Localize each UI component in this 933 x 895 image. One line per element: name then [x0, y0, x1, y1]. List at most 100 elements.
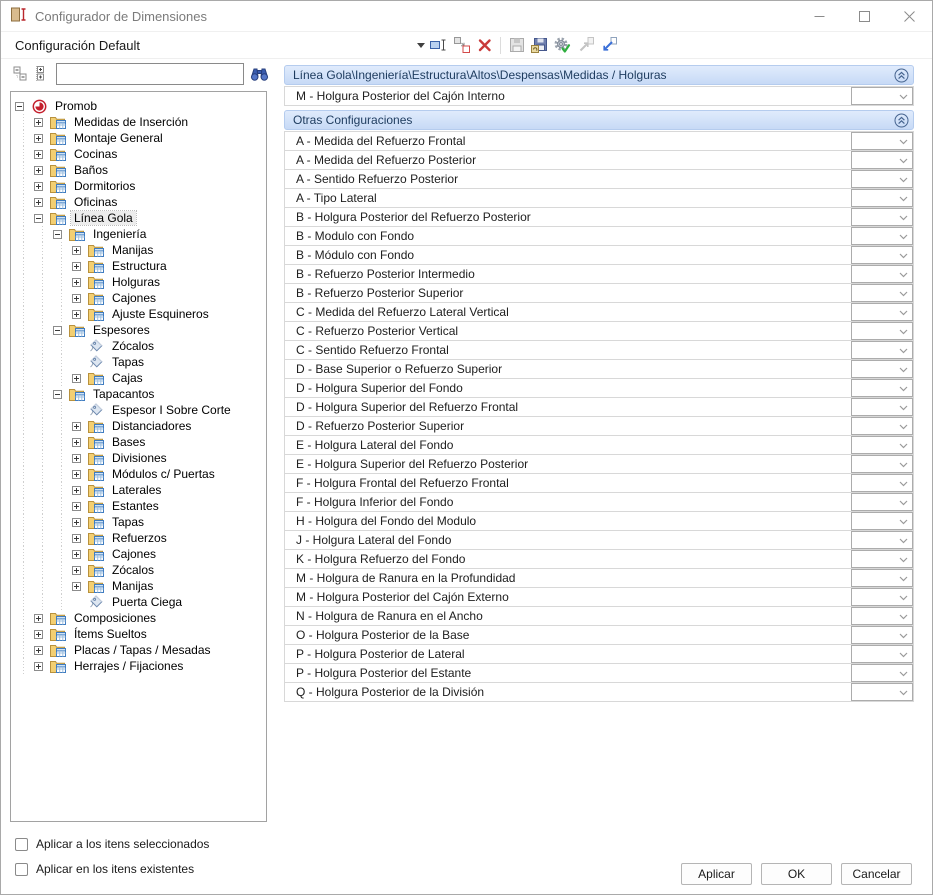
- apply-existing-items-checkbox[interactable]: [15, 863, 28, 876]
- tree-item-label[interactable]: Herrajes / Fijaciones: [71, 659, 186, 673]
- tree-item[interactable]: Montaje General: [11, 130, 266, 146]
- tree-item[interactable]: Oficinas: [11, 194, 266, 210]
- tree-expander-plus[interactable]: [72, 530, 85, 546]
- config-value-dropdown[interactable]: [851, 588, 913, 606]
- tree-expander-plus[interactable]: [34, 130, 47, 146]
- tree-item-label[interactable]: Cajones: [109, 291, 159, 305]
- tree-item-label[interactable]: Zócalos: [109, 563, 157, 577]
- tree-item[interactable]: Distanciadores: [11, 418, 266, 434]
- tree-item-label[interactable]: Manijas: [109, 243, 156, 257]
- tree-expander-plus[interactable]: [72, 498, 85, 514]
- search-button[interactable]: [250, 66, 269, 81]
- config-value-dropdown[interactable]: [851, 512, 913, 530]
- tree-expander-plus[interactable]: [72, 434, 85, 450]
- tree-item-label[interactable]: Cocinas: [71, 147, 120, 161]
- tree-item-label[interactable]: Holguras: [109, 275, 163, 289]
- tree-item-label[interactable]: Estructura: [109, 259, 170, 273]
- tree-expander-plus[interactable]: [34, 642, 47, 658]
- tree-item[interactable]: Ingeniería: [11, 226, 266, 242]
- config-value-dropdown[interactable]: [851, 87, 913, 105]
- collapse-section-button[interactable]: [894, 113, 909, 128]
- tree-item-label[interactable]: Manijas: [109, 579, 156, 593]
- tree-item[interactable]: Puerta Ciega: [11, 594, 266, 610]
- copy-configuration-button[interactable]: [451, 35, 472, 56]
- tree-expander-plus[interactable]: [72, 258, 85, 274]
- tree-expander-plus[interactable]: [34, 178, 47, 194]
- minimize-button[interactable]: [797, 1, 842, 31]
- tree-item[interactable]: Línea Gola: [11, 210, 266, 226]
- tree-item-label[interactable]: Puerta Ciega: [109, 595, 185, 609]
- config-value-dropdown[interactable]: [851, 303, 913, 321]
- tree-item-label[interactable]: Espesores: [90, 323, 153, 337]
- save-button[interactable]: [506, 35, 527, 56]
- tree-item-label[interactable]: Laterales: [109, 483, 164, 497]
- tree-item[interactable]: Ajuste Esquineros: [11, 306, 266, 322]
- section-header[interactable]: Otras Configuraciones: [284, 110, 914, 130]
- cancel-button[interactable]: Cancelar: [841, 863, 912, 885]
- tree-expander-plus[interactable]: [72, 578, 85, 594]
- tree-item[interactable]: Cajones: [11, 546, 266, 562]
- apply-selected-items-checkbox[interactable]: [15, 838, 28, 851]
- export-button[interactable]: [598, 35, 619, 56]
- tree-item[interactable]: Estructura: [11, 258, 266, 274]
- tree-item[interactable]: Bases: [11, 434, 266, 450]
- tree-item-label[interactable]: Montaje General: [71, 131, 166, 145]
- tree-expander-plus[interactable]: [72, 306, 85, 322]
- tree-expander-plus[interactable]: [72, 290, 85, 306]
- tree-item[interactable]: Cocinas: [11, 146, 266, 162]
- collapse-section-button[interactable]: [894, 68, 909, 83]
- config-value-dropdown[interactable]: [851, 607, 913, 625]
- tree-item-label[interactable]: Refuerzos: [109, 531, 170, 545]
- config-value-dropdown[interactable]: [851, 550, 913, 568]
- tree-expander-plus[interactable]: [34, 114, 47, 130]
- tree-expander-plus[interactable]: [72, 562, 85, 578]
- tree-item[interactable]: Cajas: [11, 370, 266, 386]
- tree-expander-plus[interactable]: [34, 146, 47, 162]
- rename-configuration-button[interactable]: [428, 35, 449, 56]
- config-value-dropdown[interactable]: [851, 151, 913, 169]
- tree-search-input[interactable]: [56, 63, 244, 85]
- tree-item[interactable]: Promob: [11, 98, 266, 114]
- tree-item[interactable]: Placas / Tapas / Mesadas: [11, 642, 266, 658]
- tree-item[interactable]: Manijas: [11, 242, 266, 258]
- tree-expander-plus[interactable]: [34, 194, 47, 210]
- tree-item-label[interactable]: Composiciones: [71, 611, 159, 625]
- tree-item[interactable]: Módulos c/ Puertas: [11, 466, 266, 482]
- tree-item-label[interactable]: Baños: [71, 163, 111, 177]
- tree-expander-plus[interactable]: [72, 242, 85, 258]
- tree-expander-plus[interactable]: [34, 658, 47, 674]
- config-value-dropdown[interactable]: [851, 569, 913, 587]
- config-value-dropdown[interactable]: [851, 132, 913, 150]
- tree-item[interactable]: Zócalos: [11, 562, 266, 578]
- tree-item-label[interactable]: Divisiones: [109, 451, 170, 465]
- configuration-selector[interactable]: Configuración Default: [1, 34, 427, 56]
- tree-expander-plus[interactable]: [72, 450, 85, 466]
- import-button[interactable]: [575, 35, 596, 56]
- config-value-dropdown[interactable]: [851, 664, 913, 682]
- config-value-dropdown[interactable]: [851, 208, 913, 226]
- tree-item-label[interactable]: Bases: [109, 435, 148, 449]
- tree-item-label[interactable]: Medidas de Inserción: [71, 115, 191, 129]
- tree-expander-minus[interactable]: [53, 386, 66, 402]
- config-value-dropdown[interactable]: [851, 189, 913, 207]
- tree-expander-minus[interactable]: [34, 210, 47, 226]
- tree-item-label[interactable]: Oficinas: [71, 195, 120, 209]
- config-value-dropdown[interactable]: [851, 474, 913, 492]
- tree-item-label[interactable]: Tapas: [109, 515, 147, 529]
- tree-item[interactable]: Composiciones: [11, 610, 266, 626]
- expand-all-button[interactable]: [30, 63, 50, 84]
- config-value-dropdown[interactable]: [851, 493, 913, 511]
- config-value-dropdown[interactable]: [851, 265, 913, 283]
- tree-item[interactable]: Estantes: [11, 498, 266, 514]
- section-header[interactable]: Línea Gola\Ingeniería\Estructura\Altos\D…: [284, 65, 914, 85]
- config-value-dropdown[interactable]: [851, 227, 913, 245]
- tree-expander-plus[interactable]: [72, 370, 85, 386]
- save-database-button[interactable]: [529, 35, 550, 56]
- tree-expander-minus[interactable]: [15, 98, 28, 114]
- tree-item[interactable]: Tapas: [11, 514, 266, 530]
- tree-item[interactable]: Baños: [11, 162, 266, 178]
- tree-item[interactable]: Tapas: [11, 354, 266, 370]
- tree-item-label[interactable]: Promob: [52, 99, 100, 113]
- config-value-dropdown[interactable]: [851, 379, 913, 397]
- config-value-dropdown[interactable]: [851, 683, 913, 701]
